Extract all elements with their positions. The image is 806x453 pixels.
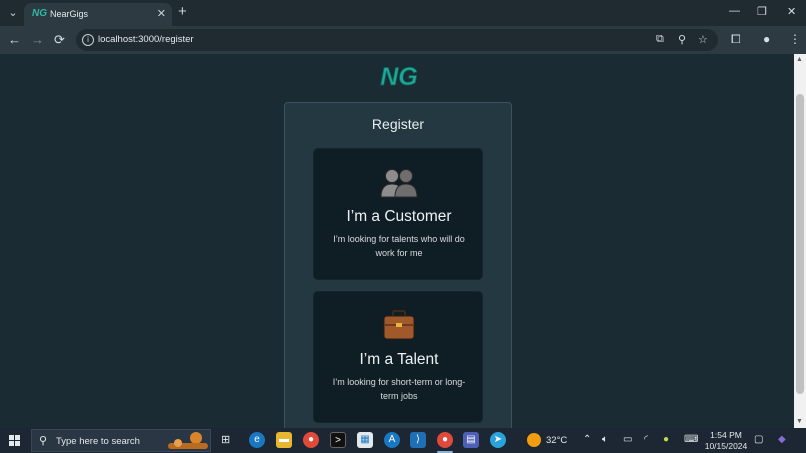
weather-temperature[interactable]: 32°C — [546, 435, 567, 446]
customer-option-card[interactable]: I’m a Customer I’m looking for talents w… — [313, 148, 483, 280]
back-arrow-icon[interactable]: ← — [8, 32, 21, 48]
talent-option-description: I’m looking for short-term or long-term … — [332, 377, 466, 401]
customer-option-title: I’m a Customer — [346, 208, 452, 225]
windows-start-icon[interactable] — [9, 435, 21, 447]
talent-option-card[interactable]: I’m a Talent I’m looking for short-term … — [313, 291, 483, 423]
forward-arrow-icon[interactable]: → — [31, 32, 44, 48]
install-app-icon[interactable]: ⧉ — [656, 33, 664, 46]
zoom-icon[interactable]: ⚲ — [678, 33, 686, 46]
neargigs-favicon-icon: NG — [32, 8, 47, 19]
url-text[interactable]: localhost:3000/register — [98, 34, 194, 45]
battery-icon[interactable]: ▭ — [623, 434, 632, 445]
reload-icon[interactable]: ⟳ — [54, 32, 65, 48]
scrollbar-thumb[interactable] — [796, 94, 804, 394]
tray-app-status-icon[interactable]: ● — [663, 434, 669, 445]
minimize-window-button[interactable]: — — [729, 5, 740, 17]
search-icon: ⚲ — [39, 435, 48, 447]
weather-sun-icon[interactable] — [527, 433, 541, 447]
vscode-icon[interactable]: ⟩ — [410, 432, 426, 448]
extensions-puzzle-icon[interactable]: ⧠ — [731, 32, 741, 47]
register-card: Register I’m a Customer I’m looking for … — [284, 102, 512, 428]
register-title: Register — [371, 116, 425, 132]
browser-tab-strip: ⌄ NG NearGigs ✕ + — ❐ ✕ — [0, 0, 806, 26]
tab-search-chevron-icon[interactable]: ⌄ — [4, 4, 22, 22]
people-icon — [380, 169, 418, 198]
customer-option-description: I’m looking for talents who will do work… — [333, 234, 465, 258]
clock-time: 1:54 PM — [710, 430, 742, 440]
page-scrollbar[interactable]: ▲ ▼ — [794, 54, 806, 428]
chrome-active-icon[interactable]: ● — [437, 432, 453, 448]
edge-browser-icon[interactable]: e — [249, 432, 265, 448]
browser-toolbar: ← → ⟳ i localhost:3000/register ⧉ ⚲ ☆ ⧠ … — [0, 26, 806, 54]
neargigs-logo: NG — [380, 63, 418, 90]
close-window-button[interactable]: ✕ — [787, 5, 796, 18]
browser-menu-icon[interactable]: ⋮ — [789, 32, 801, 46]
telegram-icon[interactable]: ➤ — [490, 432, 506, 448]
windows-taskbar: ⚲ Type here to search ⊞ e ▬ ● > ▦ A ⟩ ● … — [0, 428, 806, 453]
copilot-icon[interactable]: ◆ — [778, 434, 786, 445]
page-viewport: NG Register I’m a Customer I’m looking f… — [0, 54, 794, 428]
task-view-icon[interactable]: ⊞ — [221, 433, 230, 446]
tab-title: NearGigs — [50, 9, 89, 19]
address-bar[interactable]: i localhost:3000/register ⧉ ⚲ ☆ — [76, 29, 718, 51]
wifi-network-icon[interactable]: ◜ — [644, 434, 648, 445]
scroll-down-arrow-icon[interactable]: ▼ — [796, 418, 803, 425]
scroll-up-arrow-icon[interactable]: ▲ — [796, 56, 803, 63]
svg-text:NG: NG — [380, 63, 418, 90]
profile-avatar-icon[interactable]: ● — [763, 32, 770, 46]
close-tab-icon[interactable]: ✕ — [157, 7, 166, 20]
site-info-icon[interactable]: i — [82, 34, 94, 46]
taskbar-clock[interactable]: 1:54 PM 10/15/2024 — [704, 430, 748, 452]
teams-chat-icon[interactable]: ▤ — [463, 432, 479, 448]
clock-date: 10/15/2024 — [704, 441, 748, 451]
chrome-profile-1-icon[interactable]: ● — [303, 432, 319, 448]
terminal-icon[interactable]: > — [330, 432, 346, 448]
app-atom-icon[interactable]: A — [384, 432, 400, 448]
taskbar-search-box[interactable]: ⚲ Type here to search — [31, 429, 211, 452]
file-explorer-icon[interactable]: ▬ — [276, 432, 292, 448]
briefcase-icon — [383, 310, 415, 340]
speaker-volume-icon[interactable]: 🔈︎ — [602, 434, 608, 445]
notifications-icon[interactable]: ▢ — [754, 434, 763, 445]
search-highlight-illustration-icon — [168, 432, 208, 449]
talent-option-title: I’m a Talent — [359, 351, 439, 368]
browser-tab[interactable]: NG NearGigs ✕ — [24, 3, 172, 26]
restore-window-button[interactable]: ❐ — [757, 5, 767, 18]
new-tab-button[interactable]: + — [178, 4, 187, 20]
tray-chevron-up-icon[interactable]: ⌃ — [583, 434, 591, 445]
microsoft-store-icon[interactable]: ▦ — [357, 432, 373, 448]
bookmark-star-icon[interactable]: ☆ — [698, 33, 708, 46]
taskbar-search-placeholder: Type here to search — [56, 436, 140, 447]
keyboard-input-icon[interactable]: ⌨ — [684, 434, 698, 445]
